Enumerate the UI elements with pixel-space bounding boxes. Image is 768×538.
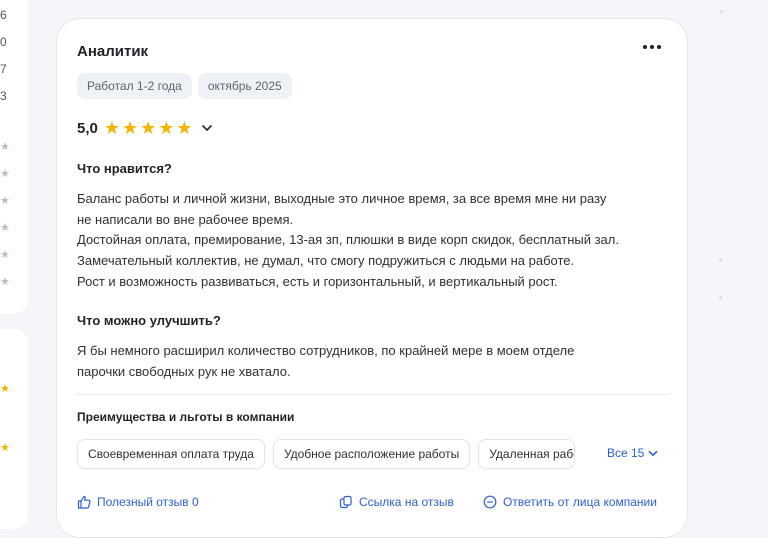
dot-icon xyxy=(657,45,661,49)
star-icon: ★ xyxy=(176,118,193,138)
star-icon: ★ xyxy=(0,141,10,153)
review-link-button[interactable]: Ссылка на отзыв xyxy=(339,495,454,509)
benefit-chip[interactable]: Удаленная работа xyxy=(478,439,576,469)
thumbs-up-icon xyxy=(77,495,91,509)
text-line: Замечательный коллектив, не думал, что с… xyxy=(77,253,575,269)
ghost-dot xyxy=(720,10,723,13)
rating-count: 7 xyxy=(0,62,7,76)
benefit-chip[interactable]: Удобное расположение работы xyxy=(272,439,471,469)
rating-stars: ★ ★ ★ ★ ★ xyxy=(104,119,193,137)
text-line: парочки свободных рук не хватало. xyxy=(77,363,291,379)
reply-icon xyxy=(483,495,497,509)
star-icon: ★ xyxy=(0,249,10,261)
star-icon: ★ xyxy=(0,442,10,454)
helpful-label: Полезный отзыв 0 xyxy=(97,495,199,509)
star-icon: ★ xyxy=(122,118,139,138)
rating-count: 0 xyxy=(0,35,7,49)
dot-icon xyxy=(650,45,654,49)
benefits-heading: Преимущества и льготы в компании xyxy=(77,410,295,424)
review-tags: Работал 1-2 года октябрь 2025 xyxy=(77,73,292,99)
rating-row: 5,0 ★ ★ ★ ★ ★ xyxy=(77,119,215,137)
expand-rating-button[interactable] xyxy=(199,120,215,136)
ghost-dot xyxy=(719,296,722,299)
divider xyxy=(77,394,669,395)
more-options-button[interactable] xyxy=(643,45,661,49)
dot-icon xyxy=(643,45,647,49)
ghost-dot xyxy=(719,258,722,261)
reply-label: Ответить от лица компании xyxy=(503,495,657,509)
star-icon: ★ xyxy=(0,383,10,395)
star-icon: ★ xyxy=(140,118,157,138)
rating-count: 6 xyxy=(0,8,7,22)
benefit-chip[interactable]: Своевременная оплата труда xyxy=(77,439,265,469)
show-all-benefits-button[interactable]: Все 15 xyxy=(607,446,658,460)
text-line: Достойная оплата, премирование, 13-ая зп… xyxy=(77,232,619,248)
tag-date: октябрь 2025 xyxy=(197,73,292,99)
star-icon: ★ xyxy=(0,168,10,180)
rating-summary-card: 6 0 7 3 ★ ★ ★ ★ ★ ★ xyxy=(0,0,28,314)
chevron-down-icon xyxy=(201,124,212,132)
text-line: Я бы немного расширил количество сотрудн… xyxy=(77,343,575,358)
star-icon: ★ xyxy=(0,195,10,207)
star-icon: ★ xyxy=(0,276,10,288)
text-line: Рост и возможность развиваться, есть и г… xyxy=(77,273,558,289)
star-icon: ★ xyxy=(0,222,10,234)
text-line: Баланс работы и личной жизни, выходные э… xyxy=(77,191,607,206)
likes-text: Баланс работы и личной жизни, выходные э… xyxy=(77,189,677,293)
link-icon xyxy=(339,495,352,509)
improve-text: Я бы немного расширил количество сотрудн… xyxy=(77,341,677,382)
star-icon: ★ xyxy=(103,118,120,138)
helpful-button[interactable]: Полезный отзыв 0 xyxy=(77,495,199,509)
text-line: не написали во вне рабочее время. xyxy=(77,211,294,227)
chevron-down-icon xyxy=(648,450,658,456)
benefits-chips: Своевременная оплата труда Удобное распо… xyxy=(77,439,576,469)
likes-heading: Что нравится? xyxy=(77,161,172,176)
reply-button[interactable]: Ответить от лица компании xyxy=(483,495,657,509)
rating-count: 3 xyxy=(0,89,7,103)
tag-experience: Работал 1-2 года xyxy=(77,73,192,99)
review-title: Аналитик xyxy=(77,43,149,60)
rating-value: 5,0 xyxy=(77,119,98,137)
link-label: Ссылка на отзыв xyxy=(359,495,454,509)
show-all-label: Все 15 xyxy=(607,446,645,460)
star-icon: ★ xyxy=(158,118,175,138)
improve-heading: Что можно улучшить? xyxy=(77,313,221,328)
review-card: Аналитик Работал 1-2 года октябрь 2025 5… xyxy=(56,18,688,538)
side-card: ★ ★ xyxy=(0,329,28,529)
